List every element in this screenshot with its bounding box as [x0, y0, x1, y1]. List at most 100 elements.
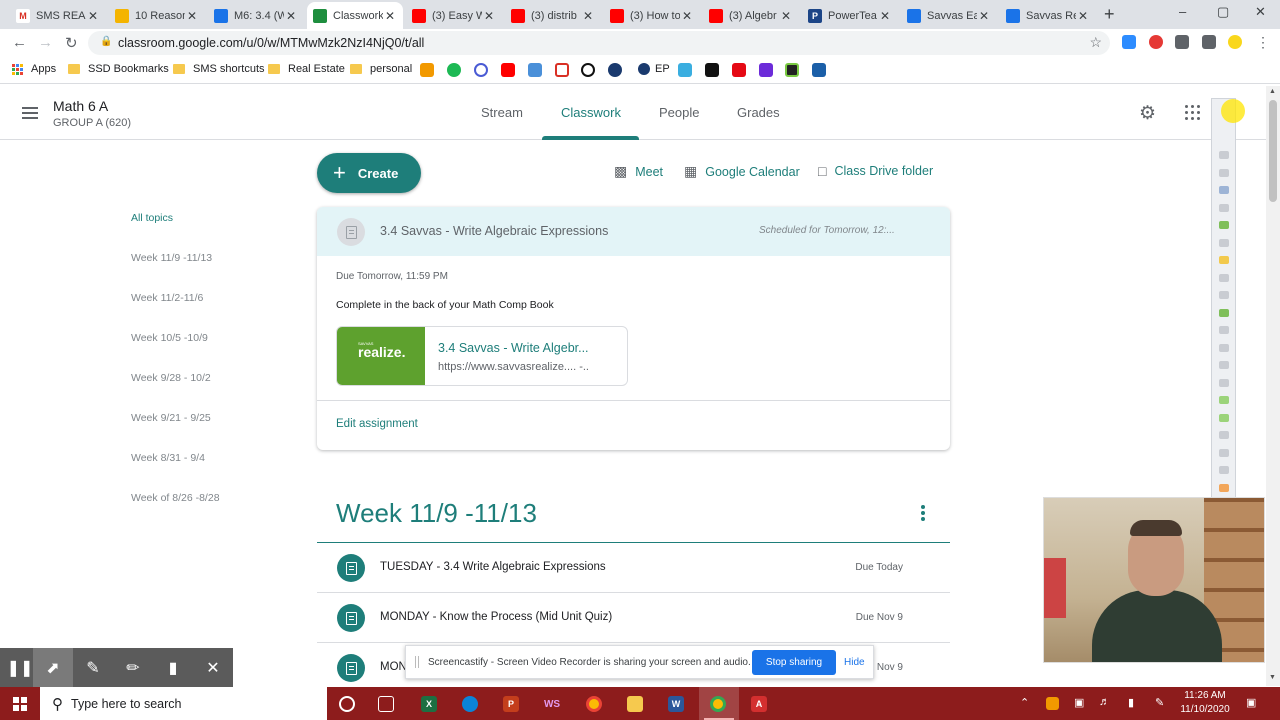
gmail-icon[interactable] — [555, 63, 569, 77]
annotation-toolbar[interactable] — [1211, 98, 1236, 500]
bookmark-icon[interactable] — [528, 63, 542, 77]
annotation-tool-icon[interactable] — [1219, 308, 1229, 317]
taskbar-search[interactable]: ⚲ Type here to search — [40, 687, 327, 720]
attachment-link[interactable]: SAVVAS realize. 3.4 Savvas - Write Algeb… — [336, 326, 628, 386]
topic-all[interactable]: All topics — [131, 212, 173, 224]
annotation-tool-icon[interactable] — [1219, 413, 1229, 422]
create-button[interactable]: + Create — [317, 153, 421, 193]
network-icon[interactable]: ▣ — [1074, 696, 1084, 709]
system-clock[interactable]: 11:26 AM 11/10/2020 — [1180, 689, 1230, 717]
tab-close-icon[interactable]: ✕ — [878, 9, 892, 23]
assignment-row[interactable]: MONDAY - Know the Process (Mid Unit Quiz… — [317, 593, 950, 643]
youtube-icon[interactable] — [501, 63, 515, 77]
annotation-tool-icon[interactable] — [1219, 151, 1229, 159]
bookmark-folder[interactable]: Real Estate — [268, 63, 345, 75]
window-close-icon[interactable]: ✕ — [1255, 4, 1266, 20]
meet-link[interactable]: ▩ Meet — [614, 163, 663, 180]
tab-stream[interactable]: Stream — [481, 105, 523, 120]
x-icon[interactable] — [705, 63, 719, 77]
annotation-tool-icon[interactable] — [1219, 483, 1229, 492]
annotation-tool-icon[interactable] — [1219, 291, 1229, 299]
annotation-tool-icon[interactable] — [1219, 238, 1229, 247]
topic-item[interactable]: Week 10/5 -10/9 — [131, 332, 208, 344]
browser-tab[interactable]: Savvas Re ✕ — [1000, 2, 1096, 29]
microphone-icon[interactable]: ▮ — [1128, 696, 1134, 709]
bookmark-star-icon[interactable]: ☆ — [1089, 34, 1102, 51]
extensions-puzzle-icon[interactable] — [1175, 35, 1189, 49]
minimize-icon[interactable]: – — [1179, 4, 1186, 19]
tab-close-icon[interactable]: ✕ — [779, 9, 793, 23]
tab-people[interactable]: People — [659, 105, 699, 120]
browser-tab[interactable]: (3) distrib ✕ — [505, 2, 601, 29]
tray-overflow-icon[interactable]: ⌃ — [1020, 696, 1029, 709]
reading-list-icon[interactable] — [1202, 35, 1216, 49]
browser-tab[interactable]: 10 Reason ✕ — [109, 2, 205, 29]
settings-gear-icon[interactable]: ⚙ — [1139, 102, 1156, 125]
address-bar[interactable]: 🔒 classroom.google.com/u/0/w/MTMwMzk2NzI… — [88, 31, 1110, 55]
annotation-tool-icon[interactable] — [1219, 343, 1229, 352]
bookmark-icon[interactable] — [420, 63, 434, 77]
bookmark-icon[interactable] — [678, 63, 692, 77]
camera-toggle-icon[interactable]: ▮ — [153, 648, 193, 687]
tab-grades[interactable]: Grades — [737, 105, 780, 120]
bookmark-apps[interactable]: Apps — [12, 63, 56, 75]
excel-icon[interactable]: X — [421, 696, 437, 712]
tab-close-icon[interactable]: ✕ — [86, 9, 100, 23]
annotation-tool-icon[interactable] — [1219, 396, 1229, 404]
assignment-card[interactable]: 3.4 Savvas - Write Algebraic Expressions… — [317, 207, 950, 450]
new-tab-button[interactable]: + — [1104, 4, 1115, 25]
netflix-icon[interactable] — [732, 63, 746, 77]
back-icon[interactable]: ← — [12, 34, 27, 51]
main-menu-icon[interactable] — [22, 107, 38, 122]
annotation-tool-icon[interactable] — [1219, 221, 1229, 229]
reload-icon[interactable]: ↻ — [65, 34, 78, 52]
annotation-tool-icon[interactable] — [1219, 448, 1229, 457]
assignment-card-header[interactable]: 3.4 Savvas - Write Algebraic Expressions… — [317, 207, 950, 256]
chrome-icon[interactable] — [586, 696, 602, 712]
tray-app-icon[interactable] — [1046, 697, 1059, 710]
bookmark-icon[interactable] — [474, 63, 488, 77]
more-vert-icon[interactable] — [921, 505, 925, 523]
browser-tab[interactable]: M SMS READ✕ — [10, 2, 106, 29]
start-button[interactable] — [0, 687, 40, 720]
bookmark-folder[interactable]: SSD Bookmarks — [68, 63, 169, 75]
notifications-icon[interactable]: ▣ — [1246, 696, 1256, 709]
acrobat-icon[interactable]: A — [751, 696, 767, 712]
annotation-tool-icon[interactable] — [1219, 256, 1229, 264]
annotation-tool-icon[interactable] — [1219, 466, 1229, 474]
annotation-tool-icon[interactable] — [1219, 186, 1229, 194]
class-title[interactable]: Math 6 A — [53, 98, 108, 114]
edge-icon[interactable] — [462, 696, 478, 712]
hide-banner-button[interactable]: Hide — [844, 657, 865, 668]
tab-classwork[interactable]: Classwork — [561, 105, 621, 120]
tab-close-icon[interactable]: ✕ — [680, 9, 694, 23]
bookmark-icon[interactable] — [447, 63, 461, 77]
pen-tool-icon[interactable]: ✎ — [73, 648, 113, 687]
browser-tab[interactable]: P PowerTea ✕ — [802, 2, 898, 29]
maximize-icon[interactable]: ▢ — [1217, 4, 1229, 20]
assignment-row[interactable]: TUESDAY - 3.4 Write Algebraic Expression… — [317, 543, 950, 593]
annotation-tool-icon[interactable] — [1219, 378, 1229, 387]
browser-tab[interactable]: Savvas Ea ✕ — [901, 2, 997, 29]
annotation-tool-icon[interactable] — [1219, 361, 1229, 369]
topic-item[interactable]: Week 8/31 - 9/4 — [131, 452, 205, 464]
edit-assignment-link[interactable]: Edit assignment — [336, 418, 418, 430]
tab-close-icon[interactable]: ✕ — [1076, 9, 1090, 23]
google-apps-icon[interactable] — [1185, 105, 1200, 120]
bookmark-icon[interactable] — [608, 63, 622, 77]
browser-tab[interactable]: Classwork ✕ — [307, 2, 403, 29]
amazon-icon[interactable] — [581, 63, 595, 77]
powerpoint-icon[interactable]: P — [503, 696, 519, 712]
annotation-tool-icon[interactable] — [1219, 203, 1229, 212]
chrome-active-icon[interactable] — [710, 696, 726, 712]
tab-close-icon[interactable]: ✕ — [482, 9, 496, 23]
tab-close-icon[interactable]: ✕ — [185, 9, 199, 23]
browser-tab[interactable]: M6: 3.4 (W ✕ — [208, 2, 304, 29]
forward-icon[interactable]: → — [38, 34, 53, 51]
bookmark-icon[interactable] — [812, 63, 826, 77]
scrollbar-thumb[interactable] — [1269, 100, 1277, 202]
close-icon[interactable]: ✕ — [193, 648, 233, 687]
page-scrollbar[interactable]: ▲ ▼ — [1266, 86, 1280, 686]
bookmark-folder[interactable]: personal — [350, 63, 412, 75]
annotation-tool-icon[interactable] — [1219, 168, 1229, 177]
